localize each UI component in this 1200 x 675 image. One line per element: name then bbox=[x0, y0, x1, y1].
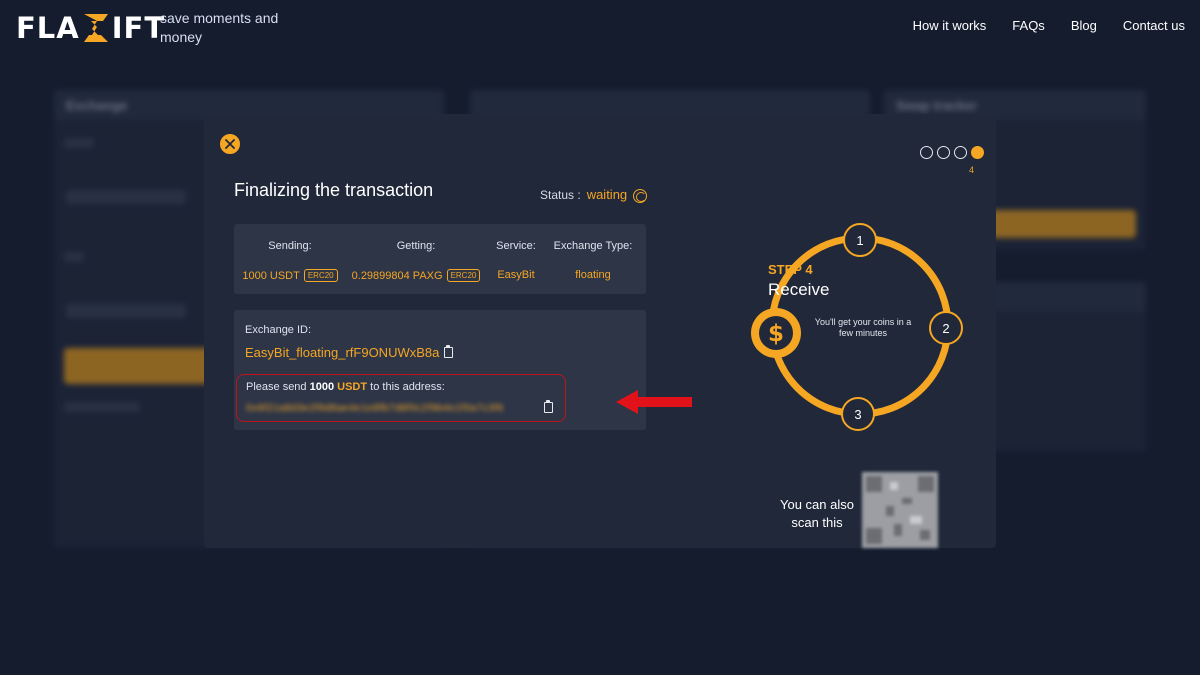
status: Status : waiting bbox=[540, 186, 648, 203]
copy-exchange-id-icon[interactable] bbox=[444, 345, 454, 358]
status-value: waiting bbox=[586, 187, 628, 202]
service-column: Service: EasyBit bbox=[486, 240, 546, 281]
transaction-summary-card: Sending: 1000 USDT ERC20 Getting: 0.2989… bbox=[234, 224, 646, 294]
send-amount: 1000 bbox=[309, 381, 335, 393]
step-dot-2 bbox=[937, 146, 950, 159]
step-label: STEP 4 bbox=[768, 262, 813, 277]
copy-address-icon[interactable] bbox=[544, 400, 553, 413]
sending-label: Sending: bbox=[268, 240, 312, 252]
getting-network-badge: ERC20 bbox=[446, 269, 481, 282]
exchange-button-blurred bbox=[64, 348, 214, 384]
deposit-address[interactable]: 0x9f21a8d3e2f9d8ae4e1e8fb7d8f0c2f9b4e1f0… bbox=[246, 403, 504, 414]
qr-pattern bbox=[866, 476, 934, 544]
send-instruction: Please send 1000 USDT to this address: bbox=[246, 381, 445, 393]
nav-blog[interactable]: Blog bbox=[1071, 18, 1097, 33]
step-dot-1 bbox=[920, 146, 933, 159]
nav-faqs[interactable]: FAQs bbox=[1012, 18, 1045, 33]
modal-title: Finalizing the transaction bbox=[234, 180, 434, 200]
sending-value-row: 1000 USDT ERC20 bbox=[234, 269, 346, 282]
logo[interactable]: FLA IFT bbox=[16, 9, 165, 47]
close-button[interactable] bbox=[220, 134, 240, 154]
step-dot-3 bbox=[954, 146, 967, 159]
sending-value: 1000 USDT bbox=[242, 269, 300, 282]
exchange-type-value: floating bbox=[575, 269, 611, 281]
close-icon bbox=[225, 139, 235, 149]
step-marker-1-label: 1 bbox=[856, 233, 863, 248]
dollar-icon: $ bbox=[768, 321, 784, 347]
step-progress-dots bbox=[920, 146, 984, 159]
step-description: You'll get your coins in a few minutes bbox=[814, 317, 912, 338]
logo-text-right: IFT bbox=[111, 11, 166, 45]
from-label-placeholder bbox=[64, 138, 94, 148]
exchange-id-card: Exchange ID: EasyBit_floating_rfF9ONUWxB… bbox=[234, 310, 646, 430]
getting-value: 0.29899804 PAXG bbox=[351, 269, 443, 282]
sending-column: Sending: 1000 USDT ERC20 bbox=[234, 240, 346, 282]
getting-label: Getting: bbox=[396, 240, 436, 252]
current-step-number: 4 bbox=[969, 165, 975, 175]
nav-contact-us[interactable]: Contact us bbox=[1123, 18, 1185, 33]
site-header: FLA IFT save moments and money How it wo… bbox=[0, 0, 1200, 56]
step-marker-3-label: 3 bbox=[854, 407, 861, 422]
qr-code bbox=[862, 472, 938, 548]
main-nav: How it works FAQs Blog Contact us bbox=[913, 18, 1185, 33]
status-label: Status : bbox=[540, 187, 581, 202]
transaction-modal: Finalizing the transaction Status : wait… bbox=[204, 114, 996, 548]
logo-s-icon bbox=[83, 14, 108, 42]
send-prefix: Please send bbox=[246, 381, 307, 393]
loading-spinner-icon bbox=[633, 189, 648, 203]
exchange-id-row: EasyBit_floating_rfF9ONUWxB8a bbox=[245, 345, 454, 360]
scan-text: You can also scan this bbox=[780, 497, 854, 530]
service-value: EasyBit bbox=[497, 269, 535, 281]
exchange-info-placeholder bbox=[64, 402, 140, 412]
send-coin: USDT bbox=[337, 381, 368, 393]
sending-network-badge: ERC20 bbox=[303, 269, 338, 282]
exchange-id-label: Exchange ID: bbox=[245, 324, 312, 336]
service-label: Service: bbox=[496, 240, 536, 252]
getting-column: Getting: 0.29899804 PAXG ERC20 bbox=[346, 240, 486, 282]
red-arrow-icon bbox=[616, 390, 692, 414]
tagline: save moments and money bbox=[160, 10, 279, 45]
to-coin-placeholder bbox=[66, 304, 186, 318]
getting-value-row: 0.29899804 PAXG ERC20 bbox=[346, 269, 486, 282]
step-dot-4 bbox=[971, 146, 984, 159]
step-marker-2-label: 2 bbox=[942, 321, 949, 336]
to-label-placeholder bbox=[64, 252, 84, 262]
exchange-id-value[interactable]: EasyBit_floating_rfF9ONUWxB8a bbox=[245, 345, 439, 360]
deposit-address-box: Please send 1000 USDT to this address: 0… bbox=[236, 374, 566, 422]
send-suffix: to this address: bbox=[370, 381, 445, 393]
logo-text-left: FLA bbox=[16, 11, 80, 45]
exchange-type-column: Exchange Type: floating bbox=[546, 240, 640, 281]
step-title: Receive bbox=[768, 280, 830, 299]
exchange-type-label: Exchange Type: bbox=[553, 240, 633, 252]
from-coin-placeholder bbox=[66, 190, 186, 204]
nav-how-it-works[interactable]: How it works bbox=[913, 18, 987, 33]
